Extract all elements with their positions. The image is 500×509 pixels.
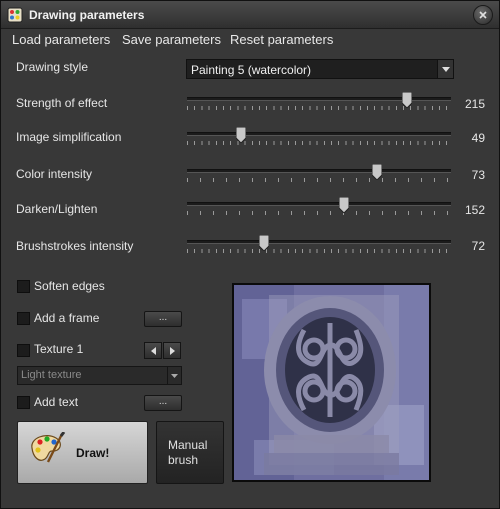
drawing-parameters-window: Drawing parameters Load parameters Save …: [0, 0, 500, 509]
slider-thumb[interactable]: [339, 197, 350, 213]
drawing-style-select[interactable]: Painting 5 (watercolor): [186, 59, 454, 79]
image-preview: [232, 283, 431, 482]
slider-ticks: [187, 211, 451, 215]
slider-thumb[interactable]: [402, 92, 413, 108]
slider-ticks: [187, 141, 451, 145]
texture-checkbox[interactable]: [17, 344, 30, 357]
draw-button[interactable]: Draw!: [17, 421, 148, 484]
brushstrokes-value: 72: [471, 239, 485, 253]
add-text-checkbox[interactable]: [17, 396, 30, 409]
slider-track: [187, 169, 451, 173]
watercolor-window-preview-image: [234, 285, 429, 480]
manual-brush-label: Manual brush: [168, 438, 208, 467]
slider-track: [187, 132, 451, 136]
add-frame-label: Add a frame: [34, 311, 100, 325]
simplification-value: 49: [471, 131, 485, 145]
slider-ticks: [187, 249, 451, 253]
color-intensity-value: 73: [471, 168, 485, 182]
chevron-down-icon: [437, 60, 453, 78]
draw-button-label: Draw!: [76, 446, 110, 460]
chevron-left-icon: [150, 346, 156, 355]
texture-label: Texture 1: [34, 342, 84, 356]
slider-track: [187, 202, 451, 206]
menu-reset-parameters[interactable]: Reset parameters: [230, 32, 333, 47]
drawing-style-value: Painting 5 (watercolor): [191, 63, 312, 77]
slider-ticks: [187, 178, 451, 182]
darken-lighten-label: Darken/Lighten: [16, 202, 98, 216]
chevron-right-icon: [169, 346, 175, 355]
slider-track: [187, 240, 451, 244]
texture-select[interactable]: Light texture: [17, 366, 182, 385]
strength-slider[interactable]: [187, 92, 453, 112]
color-intensity-slider[interactable]: [187, 164, 453, 184]
strength-value: 215: [464, 97, 485, 111]
chevron-down-icon: [167, 367, 181, 384]
brushstrokes-label: Brushstrokes intensity: [16, 239, 134, 253]
slider-thumb[interactable]: [258, 235, 269, 251]
darken-lighten-slider[interactable]: [187, 197, 453, 217]
simplification-label: Image simplification: [16, 130, 122, 144]
brushstrokes-slider[interactable]: [187, 235, 453, 255]
menu-load-parameters[interactable]: Load parameters: [12, 32, 110, 47]
title-bar[interactable]: Drawing parameters: [1, 1, 499, 29]
color-intensity-label: Color intensity: [16, 167, 93, 181]
texture-next-button[interactable]: [163, 342, 181, 359]
window-title: Drawing parameters: [29, 8, 145, 22]
drawing-style-label: Drawing style: [16, 60, 89, 74]
slider-thumb[interactable]: [372, 164, 383, 180]
menu-save-parameters[interactable]: Save parameters: [122, 32, 221, 47]
darken-lighten-value: 152: [464, 203, 485, 217]
menu-bar: Load parameters Save parameters Reset pa…: [1, 29, 499, 51]
soften-edges-checkbox[interactable]: [17, 280, 30, 293]
close-icon[interactable]: [473, 5, 493, 25]
texture-select-value: Light texture: [21, 369, 82, 381]
slider-thumb[interactable]: [236, 127, 247, 143]
simplification-slider[interactable]: [187, 127, 453, 147]
add-frame-checkbox[interactable]: [17, 312, 30, 325]
text-options-button[interactable]: ...: [144, 395, 182, 411]
manual-brush-button[interactable]: Manual brush: [156, 421, 224, 484]
palette-brush-icon: [28, 431, 66, 469]
add-text-label: Add text: [34, 395, 79, 409]
strength-label: Strength of effect: [16, 96, 108, 110]
frame-options-button[interactable]: ...: [144, 311, 182, 327]
palette-app-icon: [7, 7, 23, 23]
soften-edges-label: Soften edges: [34, 279, 105, 293]
texture-prev-button[interactable]: [144, 342, 162, 359]
